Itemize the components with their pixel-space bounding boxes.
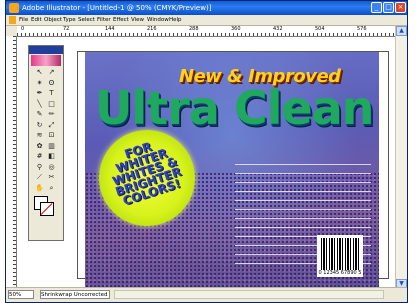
menu-edit[interactable]: Edit [31, 15, 42, 25]
symbol-sprayer-icon[interactable]: ✿ [35, 142, 44, 151]
type-icon[interactable]: T [47, 89, 56, 98]
tools-palette-titlebar[interactable] [29, 46, 63, 54]
free-transform-icon[interactable]: ⊡ [47, 131, 56, 140]
scroll-up-arrow-icon[interactable]: ▲ [396, 26, 407, 36]
direct-selection-icon[interactable]: ↗ [47, 68, 56, 77]
ruler-label: 360 [231, 26, 241, 32]
menu-type[interactable]: Type [63, 15, 76, 25]
menu-bar: File Edit Object Type Select Filter Effe… [6, 15, 407, 26]
paintbrush-icon[interactable]: ✎ [35, 110, 44, 119]
scissors-icon[interactable]: ✂ [47, 173, 56, 182]
graph-icon[interactable]: ▥ [47, 142, 56, 151]
menu-file[interactable]: File [19, 15, 28, 25]
menu-window[interactable]: Window [147, 15, 169, 25]
stroke-swatch[interactable] [40, 202, 54, 216]
slice-icon[interactable]: ⟋ [35, 173, 44, 182]
menu-select[interactable]: Select [78, 15, 95, 25]
zoom-level-field[interactable]: 50% [8, 290, 34, 299]
warp-icon[interactable]: ≋ [35, 131, 44, 140]
illustrator-flower-logo [31, 55, 61, 66]
menu-view[interactable]: View [131, 15, 144, 25]
zoom-icon[interactable]: ⌕ [47, 184, 56, 193]
title-bar[interactable]: Adobe Illustrator - [Untitled-1 @ 50% (C… [6, 1, 407, 15]
blend-icon[interactable]: ◎ [47, 163, 56, 172]
barcode-number: 0 12345 67890 5 [318, 270, 362, 276]
hand-icon[interactable]: ✋ [35, 184, 44, 193]
close-button[interactable]: × [395, 2, 406, 13]
line-icon[interactable]: ╲ [35, 100, 44, 109]
artwork-label[interactable]: New & Improved Ultra Clean FOR WHITER WH… [85, 52, 379, 292]
ruler-label: 288 [189, 26, 199, 32]
selection-icon[interactable]: ↖ [35, 68, 44, 77]
ruler-label: 72 [63, 26, 70, 32]
menu-object[interactable]: Object [44, 15, 62, 25]
pen-icon[interactable]: ✒ [35, 89, 44, 98]
eyedropper-icon[interactable]: ⚲ [35, 163, 44, 172]
application-window: Adobe Illustrator - [Untitled-1 @ 50% (C… [5, 0, 408, 303]
window-title: Adobe Illustrator - [Untitled-1 @ 50% (C… [22, 4, 212, 12]
ruler-label: 216 [147, 26, 157, 32]
scale-icon[interactable]: ⤢ [47, 121, 56, 130]
ruler-label: 504 [315, 26, 325, 32]
document-icon[interactable] [9, 16, 16, 24]
vertical-scrollbar[interactable]: ▲ ▼ [395, 26, 407, 289]
minimize-button[interactable]: _ [371, 2, 382, 13]
ruler-label: 576 [357, 26, 367, 32]
illustrator-app-icon [9, 3, 19, 13]
headline-ultra-clean: Ultra Clean [95, 81, 374, 135]
horizontal-ruler[interactable]: 0 72 144 216 288 360 432 504 576 [17, 26, 397, 37]
tools-palette: ↖ ↗ ✶ ʘ ✒ T ╲ □ ✎ ✏ ↻ ⤢ ≋ ⊡ ✿ ▥ # ◧ ⚲ ◎ ⟋ ✂ ✋ ⌕ [28, 45, 64, 241]
maximize-button[interactable]: □ [383, 2, 394, 13]
ruler-label: 0 [21, 26, 25, 32]
vertical-ruler[interactable] [6, 36, 17, 289]
lasso-icon[interactable]: ʘ [47, 79, 56, 88]
menu-help[interactable]: Help [169, 15, 182, 25]
rotate-icon[interactable]: ↻ [35, 121, 44, 130]
rectangle-icon[interactable]: □ [47, 100, 56, 109]
barcode: 0 12345 67890 5 [317, 235, 363, 277]
mesh-icon[interactable]: # [35, 152, 44, 161]
burst-text: FOR WHITER WHITES & BRIGHTER COLORS! [110, 139, 183, 209]
menu-filter[interactable]: Filter [97, 15, 111, 25]
status-bar: 50% Shrinkwrap Uncorrected (2 [6, 287, 407, 302]
status-field[interactable]: Shrinkwrap Uncorrected (2 [40, 290, 110, 299]
menu-effect[interactable]: Effect [113, 15, 129, 25]
ruler-label: 144 [105, 26, 115, 32]
magic-wand-icon[interactable]: ✶ [35, 79, 44, 88]
horizontal-scrollbar[interactable] [114, 290, 384, 299]
gradient-icon[interactable]: ◧ [47, 152, 56, 161]
ruler-label: 432 [273, 26, 283, 32]
pencil-icon[interactable]: ✏ [47, 110, 56, 119]
